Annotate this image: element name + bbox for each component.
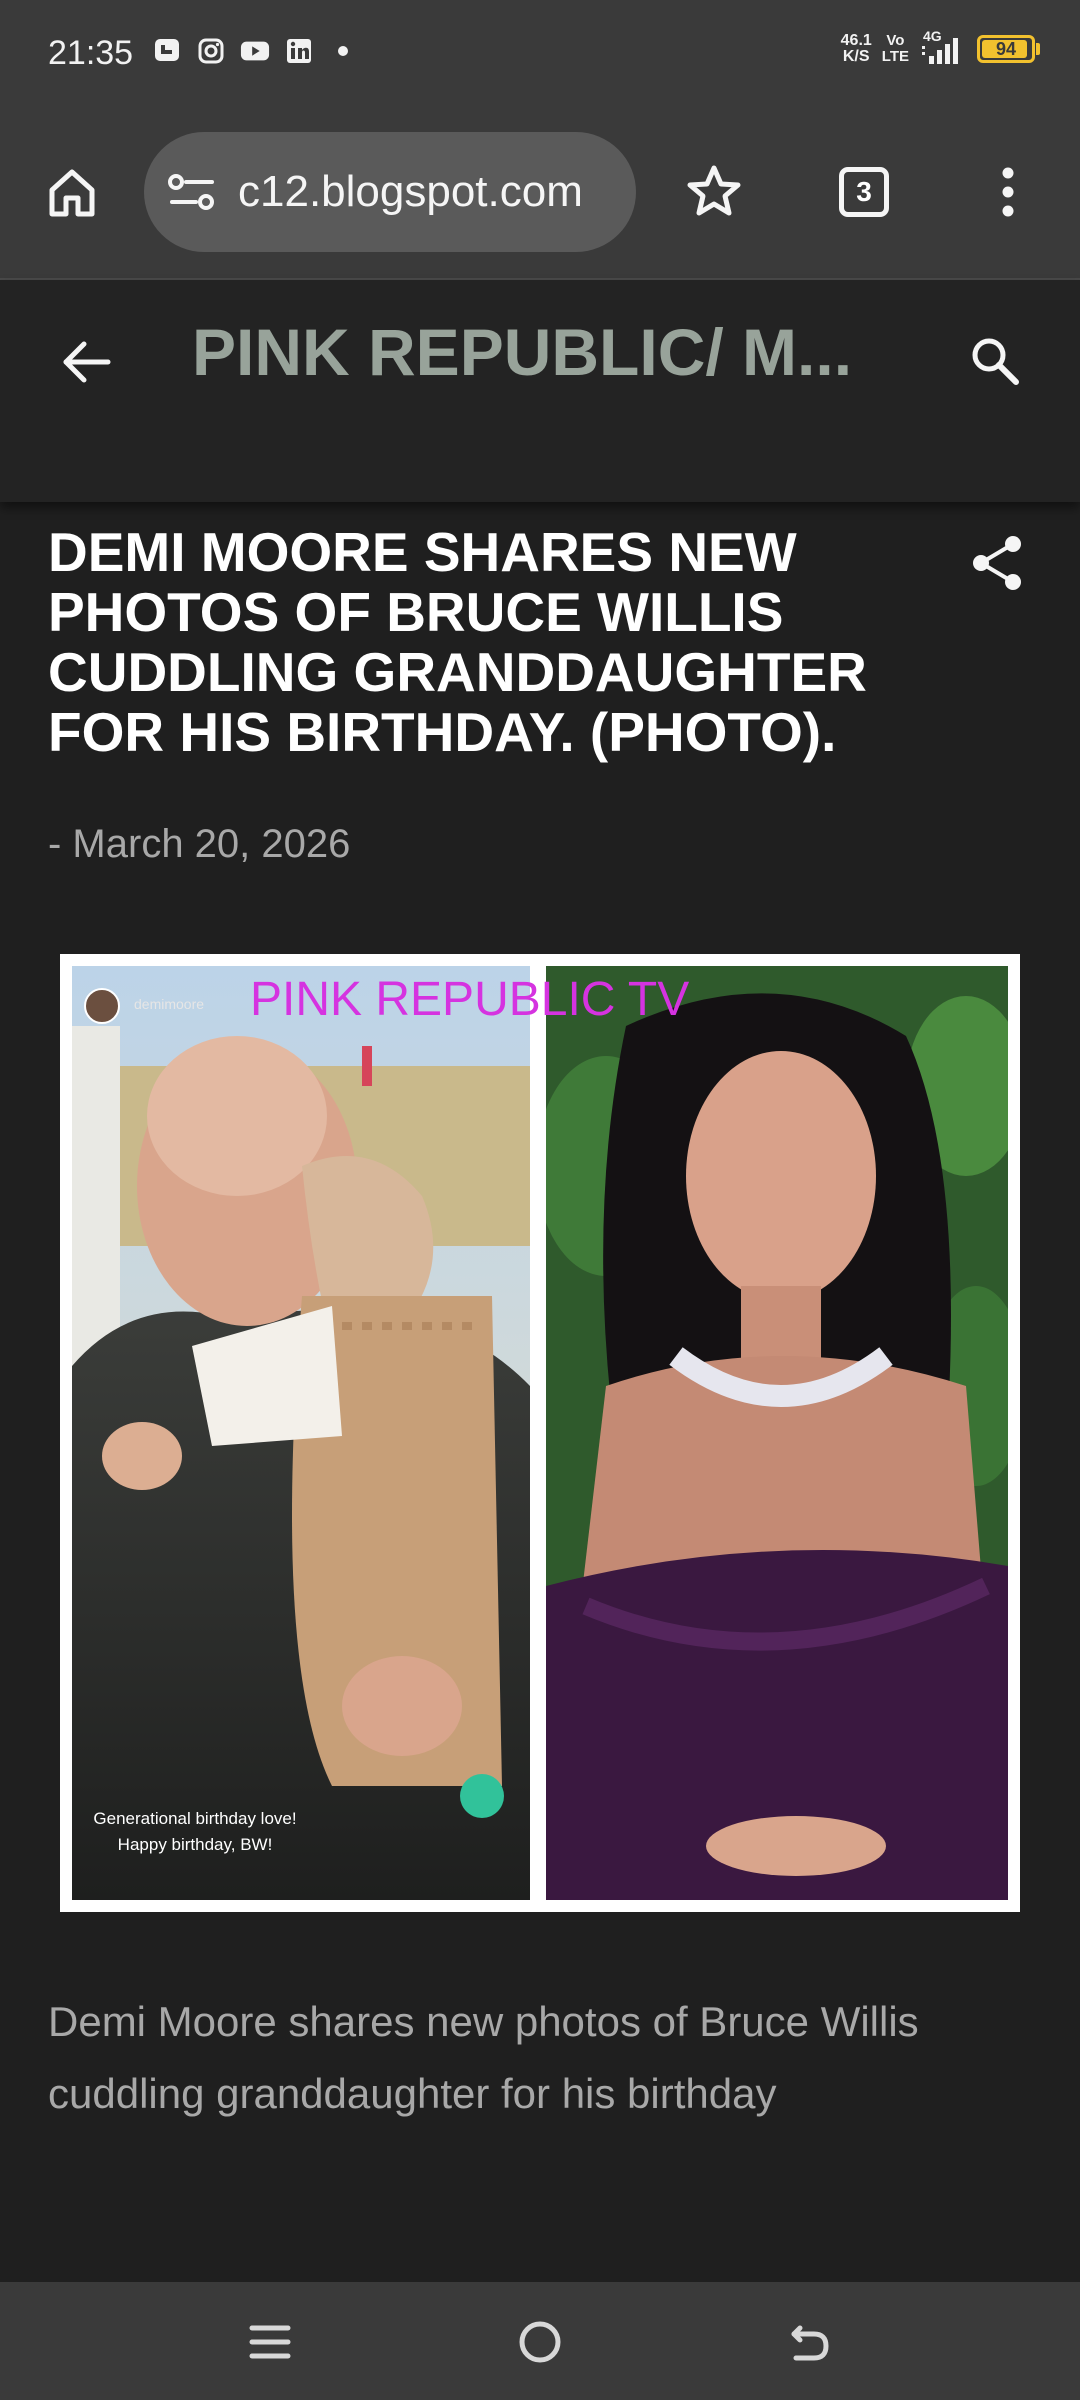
image-caption: Generational birthday love! Happy birthd… xyxy=(80,1806,310,1858)
circle-home-icon xyxy=(519,2321,561,2363)
chat-notification-icon xyxy=(152,36,182,66)
share-icon xyxy=(973,536,1021,590)
image-caption-line2: Happy birthday, BW! xyxy=(117,1835,273,1854)
back-button[interactable] xyxy=(44,320,128,404)
volte-indicator: Vo LTE xyxy=(882,33,909,65)
photo-demi-moore xyxy=(546,966,1008,1900)
status-time: 21:35 xyxy=(48,34,134,72)
volte-top: Vo xyxy=(886,32,905,49)
battery-icon: 94 xyxy=(977,35,1040,63)
home-icon xyxy=(49,169,95,217)
browser-menu-button[interactable] xyxy=(968,146,1048,238)
menu-icon xyxy=(249,2325,291,2359)
image-watermark: PINK REPUBLIC TV xyxy=(250,973,690,1026)
blog-header: PINK REPUBLIC/ M... xyxy=(0,280,1080,502)
post-date: - March 20, 2026 xyxy=(48,822,351,866)
volte-bottom: LTE xyxy=(881,48,909,65)
blog-title[interactable]: PINK REPUBLIC/ M... xyxy=(192,314,872,390)
network-speed: 46.1 K/S xyxy=(841,33,872,65)
instagram-icon xyxy=(196,36,226,66)
photo-left-illustration xyxy=(72,966,530,1900)
image-caption-line1: Generational birthday love! xyxy=(93,1809,297,1828)
tab-switcher-button[interactable]: 3 xyxy=(820,146,908,238)
status-right-cluster: 46.1 K/S Vo LTE 4G 94 xyxy=(841,28,1040,66)
youtube-icon xyxy=(240,36,270,66)
battery-level: 94 xyxy=(995,38,1017,59)
site-settings-icon[interactable] xyxy=(164,164,220,220)
post-body: Demi Moore shares new photos of Bruce Wi… xyxy=(48,1998,919,2117)
story-avatar xyxy=(84,988,120,1024)
post-image[interactable]: demimoore Generational birthday love! Ha… xyxy=(60,954,1020,1912)
star-icon xyxy=(687,165,741,216)
signal-icon: 4G xyxy=(919,28,967,66)
home-nav-button[interactable] xyxy=(508,2310,572,2374)
arrow-back-icon xyxy=(63,341,111,383)
photo-bruce-willis: demimoore Generational birthday love! Ha… xyxy=(72,966,530,1900)
notification-icons xyxy=(152,36,358,66)
photo-right-illustration xyxy=(546,966,1008,1900)
browser-toolbar: c12.blogspot.com 3 xyxy=(0,110,1080,280)
search-button[interactable] xyxy=(952,318,1036,402)
network-speed-value: 46.1 xyxy=(840,32,872,49)
home-button[interactable] xyxy=(30,146,114,238)
search-icon xyxy=(972,338,1019,385)
tab-count: 3 xyxy=(839,167,889,217)
url-text: c12.blogspot.com xyxy=(238,167,583,216)
back-arrow-icon xyxy=(791,2325,829,2361)
url-bar[interactable]: c12.blogspot.com xyxy=(144,132,636,252)
bookmark-button[interactable] xyxy=(670,146,758,238)
network-speed-unit: K/S xyxy=(842,48,870,65)
recents-button[interactable] xyxy=(238,2310,302,2374)
linkedin-icon xyxy=(284,36,314,66)
dot-icon xyxy=(328,36,358,66)
back-nav-button[interactable] xyxy=(778,2310,842,2374)
share-button[interactable] xyxy=(962,528,1032,598)
system-nav-bar xyxy=(0,2282,1080,2400)
more-vert-icon xyxy=(1002,167,1014,217)
story-username: demimoore xyxy=(134,996,205,1012)
status-bar: 21:35 46.1 K/S Vo LTE 4G 94 xyxy=(0,0,1080,110)
post-title: DEMI MOORE SHARES NEW PHOTOS OF BRUCE WI… xyxy=(48,521,867,763)
